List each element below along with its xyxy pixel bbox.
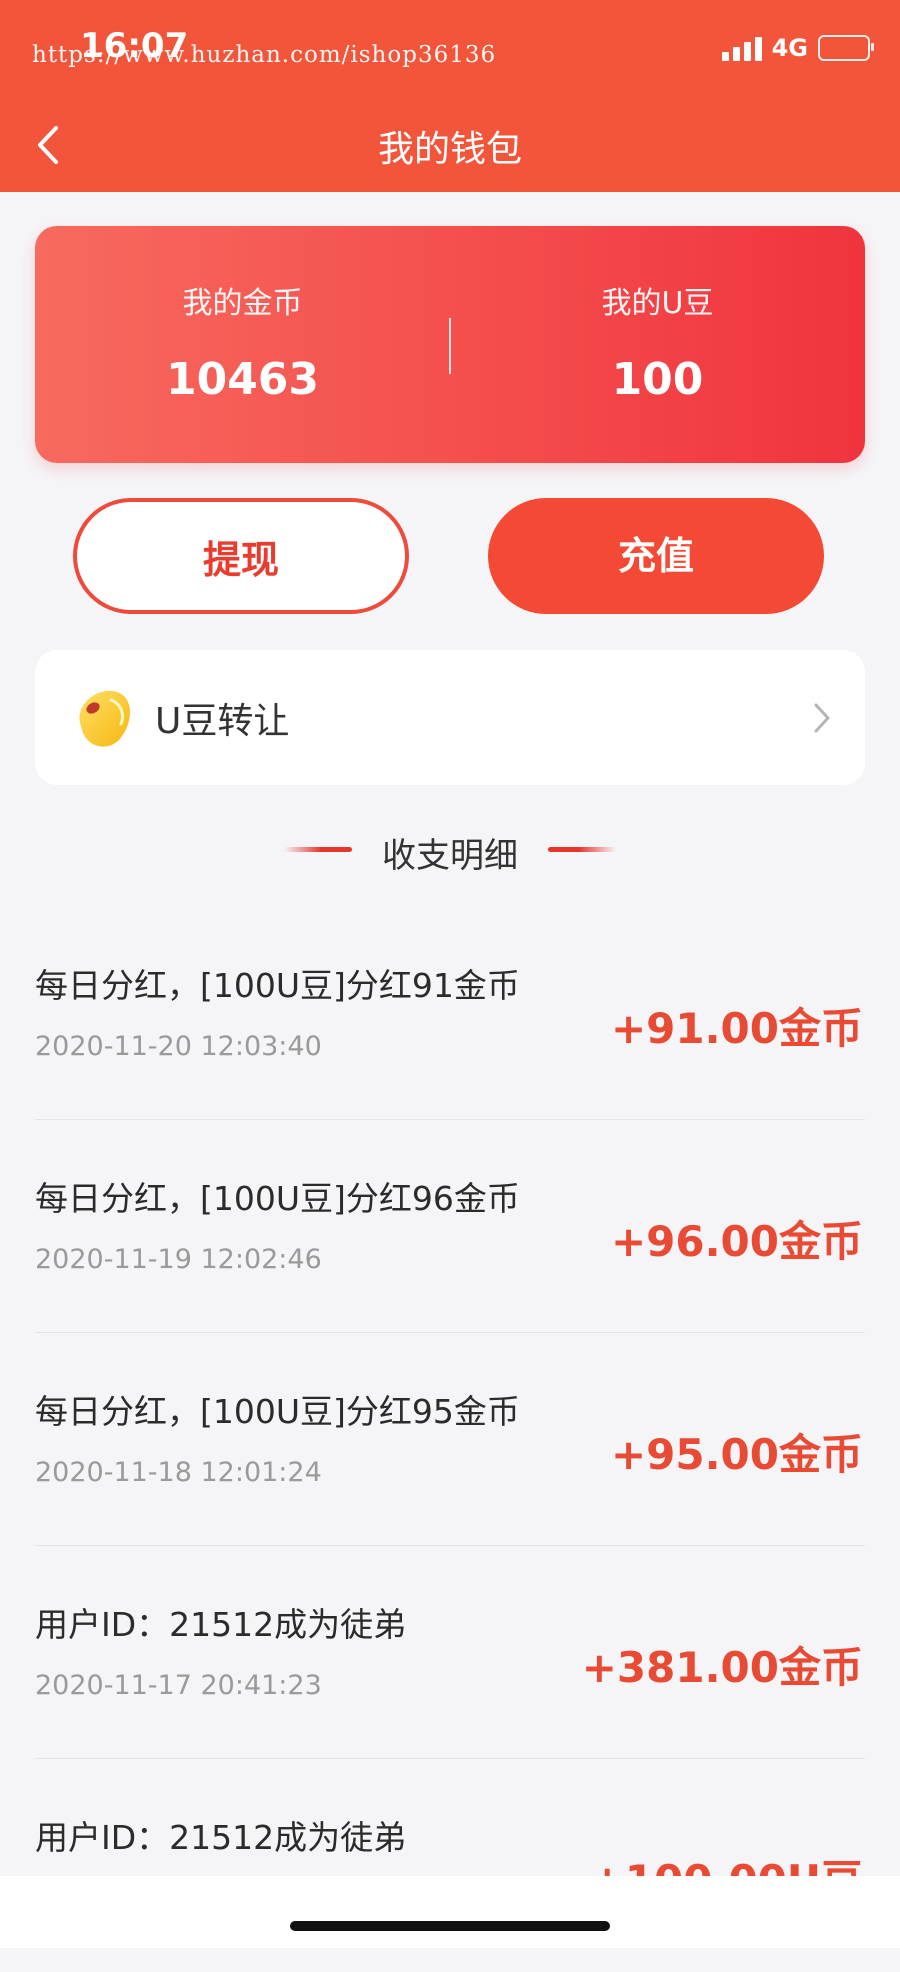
transaction-amount: +381.00金币 (581, 1643, 863, 1692)
transaction-amount: +91.00金币 (610, 1004, 863, 1053)
transaction-row[interactable]: 用户ID：21512成为徒弟 2020-11-17 20:41:23 +381.… (35, 1546, 865, 1759)
gold-label: 我的金币 (182, 286, 303, 321)
transaction-row[interactable]: 每日分红，[100U豆]分红95金币 2020-11-18 12:01:24 +… (35, 1333, 865, 1546)
top-bar: 16:07 https://www.huzhan.com/ishop36136 … (0, 0, 900, 192)
gold-balance: 我的金币 10463 (35, 226, 450, 463)
bean-transfer-label: U豆转让 (155, 701, 290, 742)
transaction-time: 2020-11-19 12:02:46 (35, 1244, 322, 1275)
section-dash-left (284, 847, 352, 852)
section-title-text: 收支明细 (382, 836, 518, 876)
transaction-description: 用户ID：21512成为徒弟 (35, 1605, 407, 1644)
section-title: 收支明细 (284, 828, 616, 877)
transaction-description: 用户ID：21512成为徒弟 (35, 1818, 407, 1857)
section-dash-right (548, 847, 616, 852)
transaction-time: 2020-11-20 12:03:40 (35, 1031, 322, 1062)
gold-value: 10463 (165, 354, 320, 405)
wallet-summary-card: 我的金币 10463 我的U豆 100 (35, 226, 865, 463)
signal-icon (721, 35, 762, 61)
recharge-button[interactable]: 充值 (488, 498, 824, 614)
chevron-right-icon (814, 703, 830, 733)
bean-label: 我的U豆 (601, 286, 714, 321)
transaction-description: 每日分红，[100U豆]分红96金币 (35, 1179, 520, 1218)
withdraw-button[interactable]: 提现 (73, 498, 409, 614)
network-type: 4G (771, 34, 808, 62)
transaction-list: 每日分红，[100U豆]分红91金币 2020-11-20 12:03:40 +… (35, 907, 865, 1972)
home-indicator[interactable] (290, 1921, 610, 1931)
bean-icon (79, 690, 130, 747)
bean-balance: 我的U豆 100 (450, 226, 865, 463)
section-header: 收支明细 (0, 828, 900, 877)
transaction-row[interactable]: 每日分红，[100U豆]分红91金币 2020-11-20 12:03:40 +… (35, 907, 865, 1120)
watermark-url: https://www.huzhan.com/ishop36136 (32, 42, 497, 68)
transaction-time: 2020-11-18 12:01:24 (35, 1457, 322, 1488)
transaction-description: 每日分红，[100U豆]分红95金币 (35, 1392, 520, 1431)
transaction-time: 2020-11-17 20:41:23 (35, 1670, 322, 1701)
transaction-description: 每日分红，[100U豆]分红91金币 (35, 966, 520, 1005)
transaction-row[interactable]: 每日分红，[100U豆]分红96金币 2020-11-19 12:02:46 +… (35, 1120, 865, 1333)
transaction-amount: +95.00金币 (610, 1430, 863, 1479)
transaction-amount: +96.00金币 (610, 1217, 863, 1266)
page-title: 我的钱包 (377, 129, 522, 170)
bean-value: 100 (611, 354, 704, 405)
bottom-safe-area (0, 1876, 900, 1948)
status-indicators: 4G (721, 34, 874, 62)
battery-icon (818, 35, 874, 61)
bean-transfer-row[interactable]: U豆转让 (35, 650, 865, 785)
